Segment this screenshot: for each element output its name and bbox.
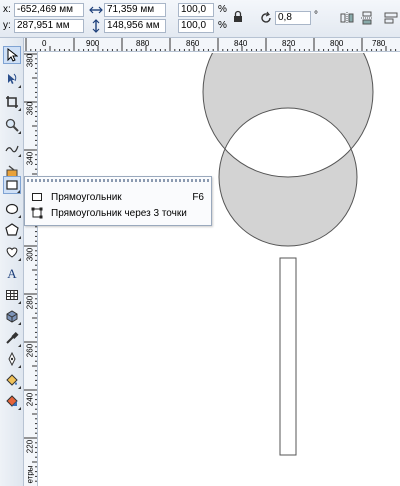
ruler-left-label: 300 — [25, 247, 35, 262]
shape-tool[interactable] — [3, 70, 21, 88]
table-tool[interactable] — [3, 286, 21, 304]
ellipse-tool-icon — [5, 203, 19, 215]
scale-y-field[interactable]: 100,0 — [178, 19, 214, 33]
scale-x-field[interactable]: 100,0 — [178, 3, 214, 17]
property-bar: x: y: -652,469 мм 287,951 мм 71,359 мм 1… — [0, 0, 400, 38]
width-field[interactable]: 71,359 мм — [104, 3, 166, 17]
rectangle-flyout-menu: Прямоугольник F6 Прямоугольник через 3 т… — [24, 176, 212, 226]
horizontal-ruler[interactable]: 0 900 880 860 840 820 800 780 — [24, 38, 400, 52]
svg-text:A: A — [7, 266, 17, 280]
ruler-top-label: 840 — [234, 39, 248, 48]
lock-ratio-icon[interactable] — [231, 10, 245, 24]
ruler-left-label: 360 — [25, 101, 35, 116]
polygon-tool-icon — [5, 223, 19, 236]
eyedropper-tool-icon — [6, 331, 19, 344]
rotate-icon — [261, 11, 271, 23]
menu-item-label: Прямоугольник — [51, 191, 122, 203]
menu-item-3point-rectangle[interactable]: Прямоугольник через 3 точки — [27, 205, 210, 221]
rectangle-icon — [31, 191, 43, 203]
mirror-vertical-icon[interactable] — [360, 11, 374, 25]
rotation-degree: ° — [314, 10, 318, 21]
ruler-top-label: 780 — [372, 39, 386, 48]
drawing-canvas[interactable] — [39, 6, 400, 486]
basic-shapes-tool[interactable] — [3, 243, 21, 261]
x-position-field[interactable]: -652,469 мм — [14, 3, 84, 17]
vertical-ruler[interactable]: 380 360 340 320 300 280 260 240 220 етры — [24, 52, 38, 486]
drawing-svg — [202, 6, 374, 456]
ruler-left-label: 240 — [25, 392, 35, 407]
ruler-top-label: 880 — [136, 39, 150, 48]
freehand-tool[interactable] — [3, 139, 21, 157]
width-icon — [89, 6, 103, 14]
menu-item-shortcut: F6 — [192, 191, 204, 203]
ruler-left-label: 340 — [25, 151, 35, 166]
ruler-top-label: 0 — [42, 39, 47, 48]
pick-tool[interactable] — [3, 46, 21, 64]
flyout-drag-handle[interactable] — [27, 179, 209, 182]
rotation-field[interactable]: 0,8 — [275, 11, 311, 25]
rectangle-tool[interactable] — [3, 176, 21, 194]
ruler-unit-label: етры — [25, 465, 35, 484]
shape-tool-icon — [8, 73, 17, 84]
ellipse-tool[interactable] — [3, 200, 21, 218]
zoom-tool-icon — [5, 118, 19, 132]
ruler-left-label: 380 — [25, 53, 35, 68]
fill-tool-icon — [6, 374, 18, 386]
scale-y-percent: % — [218, 20, 227, 31]
outline-pen-tool[interactable] — [3, 350, 21, 368]
ruler-top-label: 860 — [186, 39, 200, 48]
align-icon[interactable] — [384, 11, 398, 25]
extrude-tool-icon — [6, 310, 18, 323]
interactive-fill-tool[interactable] — [3, 392, 21, 410]
fill-tool[interactable] — [3, 371, 21, 389]
height-icon — [92, 19, 100, 33]
height-field[interactable]: 148,956 мм — [104, 19, 166, 33]
freehand-tool-icon — [5, 145, 19, 153]
horizontal-ruler-ticks — [25, 38, 397, 51]
table-tool-icon — [6, 290, 18, 300]
text-tool[interactable]: A — [3, 264, 21, 282]
ruler-top-label: 900 — [86, 39, 100, 48]
text-tool-icon: A — [7, 266, 17, 280]
crop-tool[interactable] — [3, 93, 21, 111]
pick-tool-icon — [7, 48, 18, 62]
polygon-tool[interactable] — [3, 221, 21, 239]
ruler-left-label: 220 — [25, 439, 35, 454]
scale-x-percent: % — [218, 4, 227, 15]
ring-shape[interactable] — [202, 6, 374, 247]
mirror-horizontal-icon[interactable] — [340, 11, 354, 25]
y-label: y: — [3, 20, 11, 31]
y-position-field[interactable]: 287,951 мм — [14, 19, 84, 33]
interactive-fill-tool-icon — [6, 395, 18, 407]
toolbox: A — [0, 38, 24, 486]
eyedropper-tool[interactable] — [3, 329, 21, 347]
ruler-left-label: 280 — [25, 295, 35, 310]
ruler-top-label: 820 — [282, 39, 296, 48]
x-label: x: — [3, 4, 11, 15]
handle-rectangle[interactable] — [279, 257, 297, 456]
rectangle-3point-icon — [31, 207, 43, 219]
menu-item-label: Прямоугольник через 3 точки — [51, 207, 187, 219]
menu-item-rectangle[interactable]: Прямоугольник F6 — [27, 189, 210, 205]
extrude-tool[interactable] — [3, 307, 21, 325]
basic-shapes-tool-icon — [6, 247, 18, 258]
crop-tool-icon — [6, 96, 18, 108]
ruler-top-label: 800 — [330, 39, 344, 48]
zoom-tool[interactable] — [3, 116, 21, 134]
outline-pen-tool-icon — [8, 352, 16, 366]
ruler-left-label: 260 — [25, 343, 35, 358]
